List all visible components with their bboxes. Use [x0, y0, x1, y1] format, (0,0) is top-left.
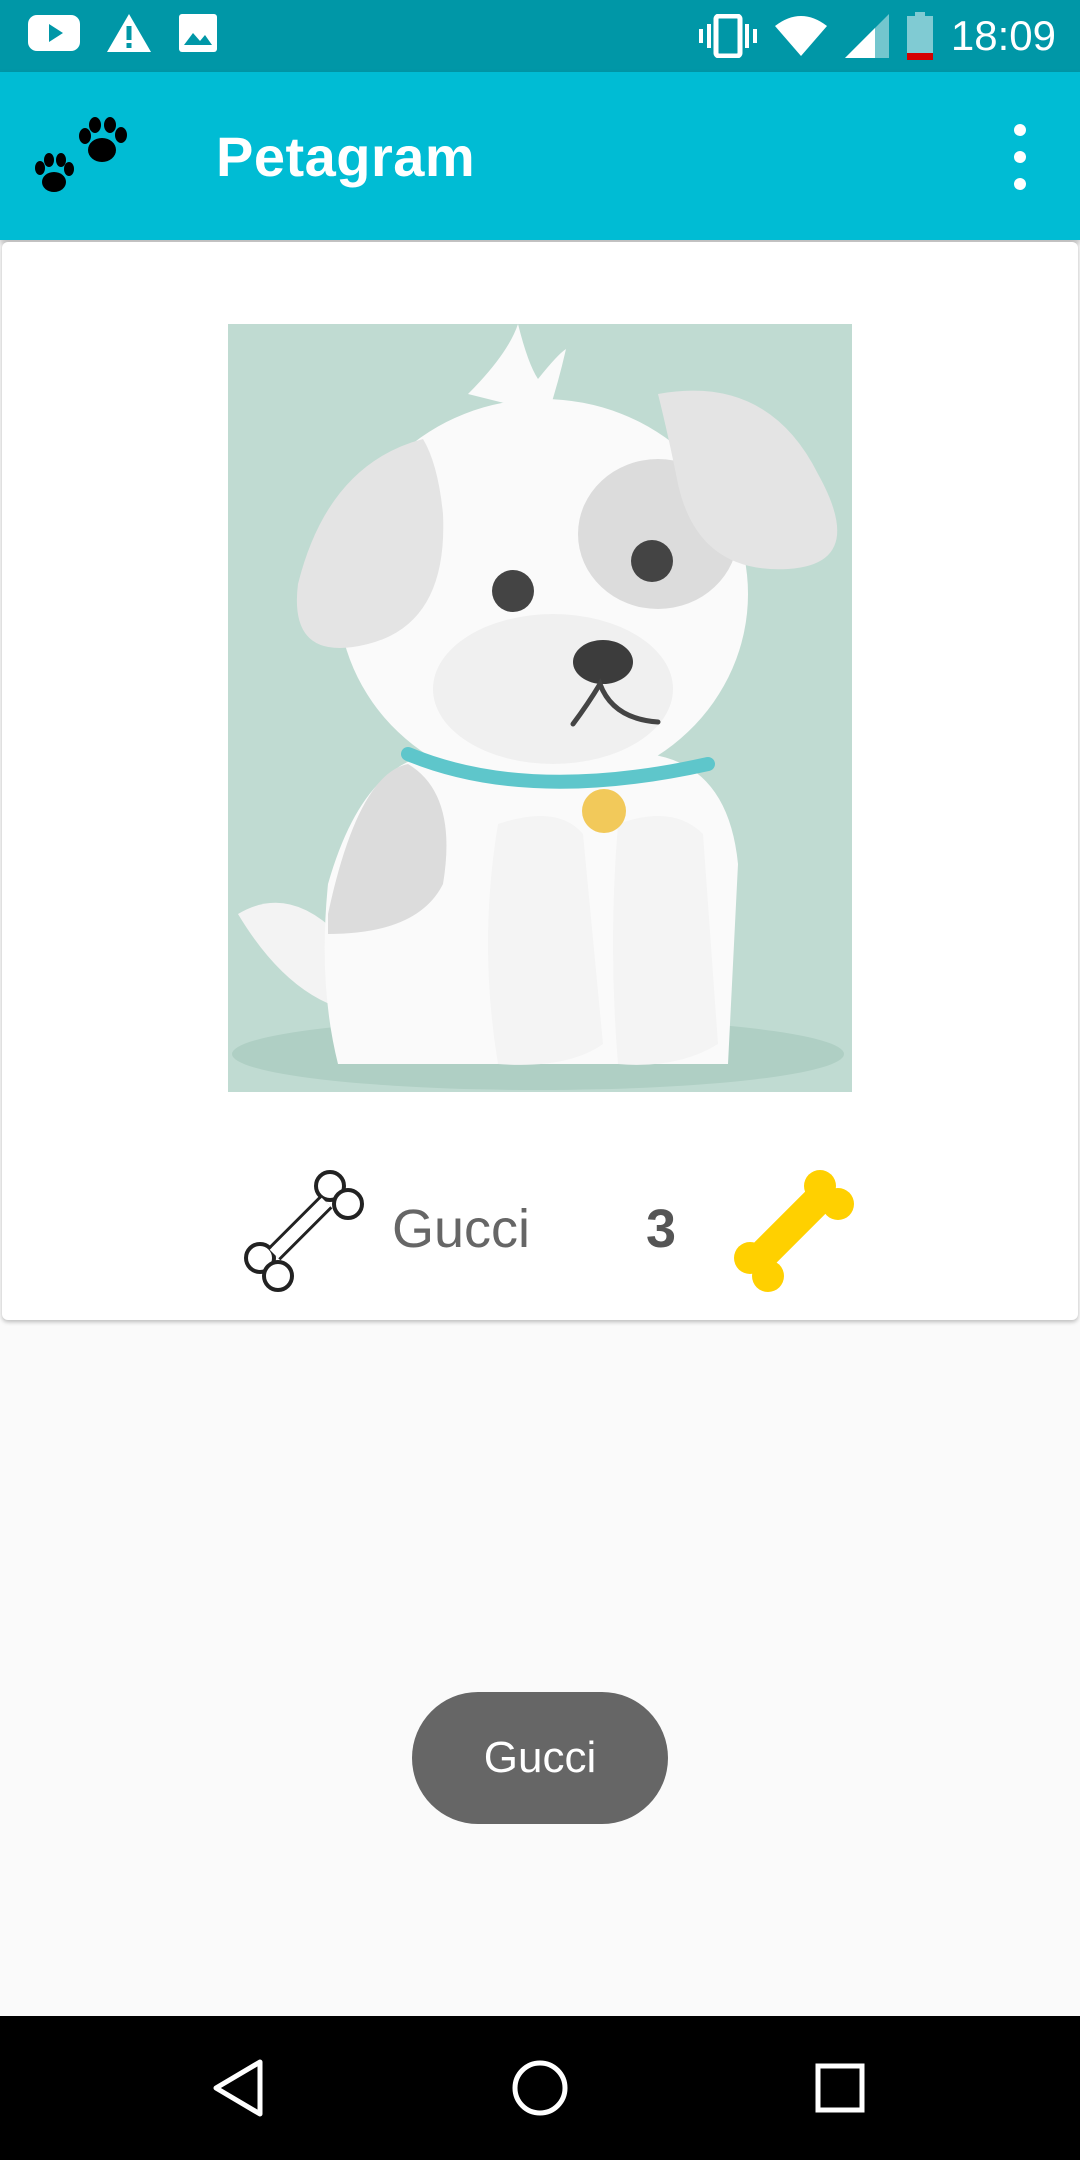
bone-outline-icon[interactable]: [242, 1170, 366, 1292]
status-bar: 18:09: [0, 0, 1080, 72]
vibrate-icon: [698, 14, 757, 58]
image-icon: [179, 14, 217, 52]
app-bar: Petagram: [0, 72, 1080, 240]
status-time: 18:09: [950, 12, 1056, 59]
pet-name: Gucci: [392, 1199, 531, 1259]
toast-text: Gucci: [483, 1733, 597, 1782]
pet-info-row: Gucci 3: [2, 1170, 1078, 1292]
navigation-bar: [0, 2016, 1080, 2160]
pet-card: Gucci 3: [2, 242, 1078, 1320]
bone-gold-icon: [734, 1170, 854, 1292]
paw-prints-icon: [35, 117, 127, 192]
wifi-icon: [774, 16, 827, 56]
signal-icon: [844, 14, 889, 58]
back-icon[interactable]: [208, 2056, 272, 2120]
puppy-illustration: [228, 324, 852, 1092]
home-icon[interactable]: [508, 2056, 572, 2120]
app-title: Petagram: [216, 125, 476, 188]
overflow-menu-icon[interactable]: [1000, 124, 1040, 190]
likes-count: 3: [646, 1199, 677, 1259]
toast-message: Gucci: [412, 1692, 668, 1824]
battery-low-icon: [906, 12, 933, 60]
recents-icon[interactable]: [808, 2056, 872, 2120]
warning-icon: [107, 14, 151, 52]
youtube-icon: [28, 15, 80, 51]
